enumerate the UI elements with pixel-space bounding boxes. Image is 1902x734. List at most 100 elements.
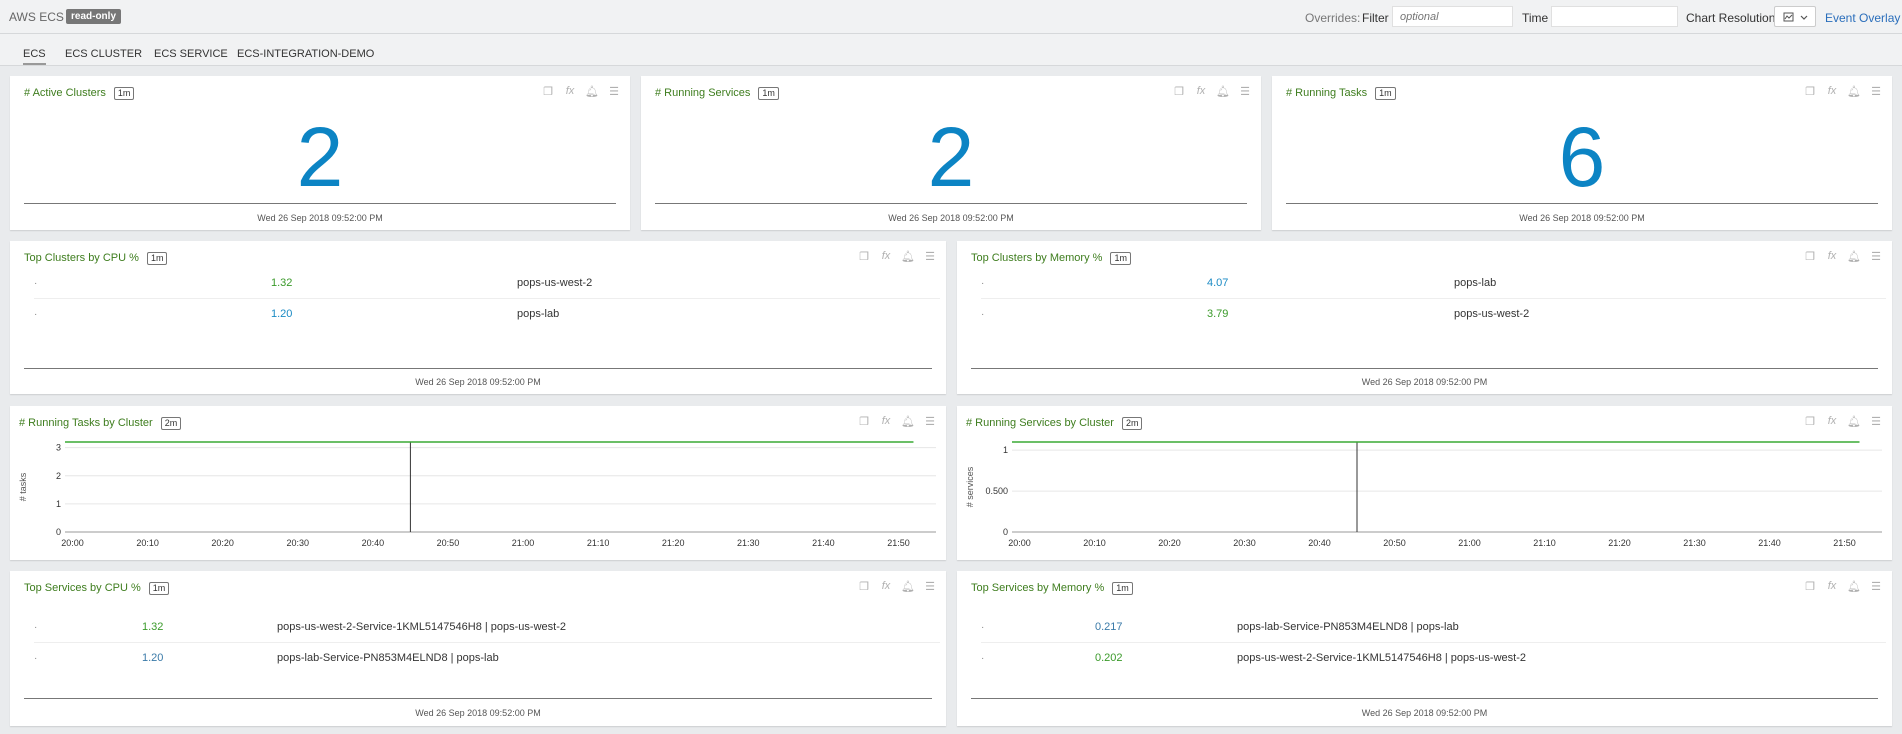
timestamp: Wed 26 Sep 2018 09:52:00 PM — [1361, 708, 1488, 718]
row-dot: · — [34, 653, 38, 664]
row-name: pops-lab-Service-PN853M4ELND8 | pops-lab — [277, 652, 499, 664]
timestamp: Wed 26 Sep 2018 09:52:00 PM — [888, 213, 1014, 223]
list-item[interactable]: · 1.32 pops-us-west-2 — [34, 268, 940, 299]
list-item[interactable]: · 0.202 pops-us-west-2-Service-1KML51475… — [981, 643, 1886, 674]
read-only-badge: read-only — [66, 9, 122, 24]
row-value: 3.79 — [1207, 308, 1229, 320]
bell-icon[interactable]: 🔔︎ — [1846, 84, 1862, 98]
row-name: pops-lab — [1454, 277, 1497, 289]
panel-actions: ❐ fx 🔔︎ ☰ — [1802, 84, 1884, 98]
menu-icon[interactable]: ☰ — [606, 84, 622, 98]
x-tick-label: 20:30 — [287, 538, 310, 548]
x-tick-label: 21:10 — [587, 538, 610, 548]
list-item[interactable]: · 3.79 pops-us-west-2 — [981, 299, 1886, 330]
list-item[interactable]: · 1.20 pops-lab — [34, 299, 940, 330]
x-tick-label: 21:30 — [1683, 538, 1706, 548]
menu-icon[interactable]: ☰ — [922, 579, 938, 593]
fx-icon[interactable]: fx — [1193, 84, 1209, 98]
filter-label: Filter — [1362, 11, 1389, 25]
bell-icon[interactable]: 🔔︎ — [1846, 249, 1862, 263]
row-name: pops-us-west-2-Service-1KML5147546H8 | p… — [1237, 652, 1526, 664]
row-dot: · — [981, 309, 985, 320]
copy-icon[interactable]: ❐ — [1802, 249, 1818, 263]
x-tick-label: 20:40 — [362, 538, 385, 548]
panel-running-services: # Running Services 1m ❐ fx 🔔︎ ☰ 2 Wed 26 … — [641, 76, 1261, 230]
row-dot: · — [981, 622, 985, 633]
fx-icon[interactable]: fx — [1824, 249, 1840, 263]
x-tick-label: 21:10 — [1533, 538, 1556, 548]
row-value: 0.202 — [1095, 652, 1123, 664]
row-name: pops-us-west-2 — [1454, 308, 1530, 320]
resolution-badge: 1m — [1375, 87, 1396, 100]
x-tick-label: 20:40 — [1308, 538, 1331, 548]
menu-icon[interactable]: ☰ — [1868, 84, 1884, 98]
row-value: 4.07 — [1207, 277, 1229, 289]
running-tasks-chart[interactable]: 0 1 2 3 20:00 20:10 20:20 20:30 20:40 20:50 21:00 2… — [10, 406, 946, 560]
list-item[interactable]: · 0.217 pops-lab-Service-PN853M4ELND8 | … — [981, 612, 1886, 643]
tab-ecs-service[interactable]: ECS SERVICE — [154, 48, 228, 60]
panel-title-text: # Running Tasks — [1286, 87, 1368, 99]
x-tick-label: 20:00 — [1008, 538, 1031, 548]
fx-icon[interactable]: fx — [1824, 84, 1840, 98]
x-tick-label: 20:30 — [1233, 538, 1256, 548]
x-tick-label: 21:00 — [1458, 538, 1481, 548]
fx-icon[interactable]: fx — [878, 249, 894, 263]
fx-icon[interactable]: fx — [878, 579, 894, 593]
copy-icon[interactable]: ❐ — [1171, 84, 1187, 98]
row-dot: · — [34, 622, 38, 633]
bell-icon[interactable]: 🔔︎ — [1215, 84, 1231, 98]
copy-icon[interactable]: ❐ — [1802, 579, 1818, 593]
copy-icon[interactable]: ❐ — [1802, 84, 1818, 98]
panel-title-text: Top Services by CPU % — [24, 582, 141, 594]
menu-icon[interactable]: ☰ — [1868, 579, 1884, 593]
event-overlay-link[interactable]: Event Overlay — [1825, 11, 1900, 25]
bell-icon[interactable]: 🔔︎ — [900, 249, 916, 263]
top-bar: AWS ECS read-only Overrides: Filter Time… — [0, 0, 1902, 34]
x-tick-label: 20:50 — [1383, 538, 1406, 548]
fx-icon[interactable]: fx — [1824, 579, 1840, 593]
row-value: 1.20 — [142, 652, 164, 664]
panel-actions: ❐ fx 🔔︎ ☰ — [1171, 84, 1253, 98]
x-tick-label: 20:00 — [61, 538, 84, 548]
panel-actions: ❐ fx 🔔︎ ☰ — [856, 249, 938, 263]
copy-icon[interactable]: ❐ — [856, 249, 872, 263]
list-item[interactable]: · 1.32 pops-us-west-2-Service-1KML514754… — [34, 612, 940, 643]
x-tick-label: 20:10 — [1083, 538, 1106, 548]
panel-top-clusters-cpu: Top Clusters by CPU % 1m ❐ fx 🔔︎ ☰ · 1.32… — [10, 241, 946, 394]
tab-ecs-integration-demo[interactable]: ECS-INTEGRATION-DEMO — [237, 48, 374, 60]
chart-resolution-label: Chart Resolution — [1686, 11, 1776, 25]
row-value: 1.32 — [142, 621, 164, 633]
panel-actions: ❐ fx 🔔︎ ☰ — [1802, 249, 1884, 263]
resolution-badge: 1m — [113, 87, 135, 100]
panel-title: Top Clusters by Memory % 1m — [971, 252, 1131, 265]
menu-icon[interactable]: ☰ — [1868, 249, 1884, 263]
list-item[interactable]: · 1.20 pops-lab-Service-PN853M4ELND8 | p… — [34, 643, 940, 674]
list-item[interactable]: · 4.07 pops-lab — [981, 268, 1886, 299]
bell-icon[interactable]: 🔔︎ — [900, 579, 916, 593]
row-name: pops-lab — [517, 308, 560, 320]
copy-icon[interactable]: ❐ — [856, 579, 872, 593]
x-tick-label: 20:20 — [211, 538, 234, 548]
panel-running-services-by-cluster: # Running Services by Cluster 2m ❐ fx 🔔︎ … — [957, 406, 1892, 560]
filter-input[interactable] — [1392, 6, 1513, 27]
x-tick-label: 21:00 — [512, 538, 535, 548]
fx-icon[interactable]: fx — [562, 84, 578, 98]
time-input[interactable] — [1551, 6, 1678, 27]
copy-icon[interactable]: ❐ — [540, 84, 556, 98]
running-services-chart[interactable]: 0 0.500 1 20:00 20:10 20:20 20:30 20:40 20:50 21:… — [957, 406, 1892, 560]
panel-title-text: # Active Clusters — [24, 87, 106, 99]
bell-icon[interactable]: 🔔︎ — [1846, 579, 1862, 593]
menu-icon[interactable]: ☰ — [922, 249, 938, 263]
tab-ecs[interactable]: ECS — [23, 48, 46, 65]
divider — [971, 698, 1878, 699]
tab-ecs-cluster[interactable]: ECS CLUSTER — [65, 48, 142, 60]
panel-title: # Running Tasks 1m — [1286, 87, 1396, 100]
bell-icon[interactable]: 🔔︎ — [584, 84, 600, 98]
panel-title: Top Services by Memory % 1m — [971, 582, 1133, 595]
chart-resolution-dropdown[interactable] — [1774, 6, 1816, 27]
x-tick-label: 21:50 — [1833, 538, 1856, 548]
panel-title-text: # Running Services — [655, 87, 751, 99]
x-tick-label: 21:40 — [1758, 538, 1781, 548]
panel-top-services-cpu: Top Services by CPU % 1m ❐ fx 🔔︎ ☰ · 1.32… — [10, 571, 946, 726]
menu-icon[interactable]: ☰ — [1237, 84, 1253, 98]
